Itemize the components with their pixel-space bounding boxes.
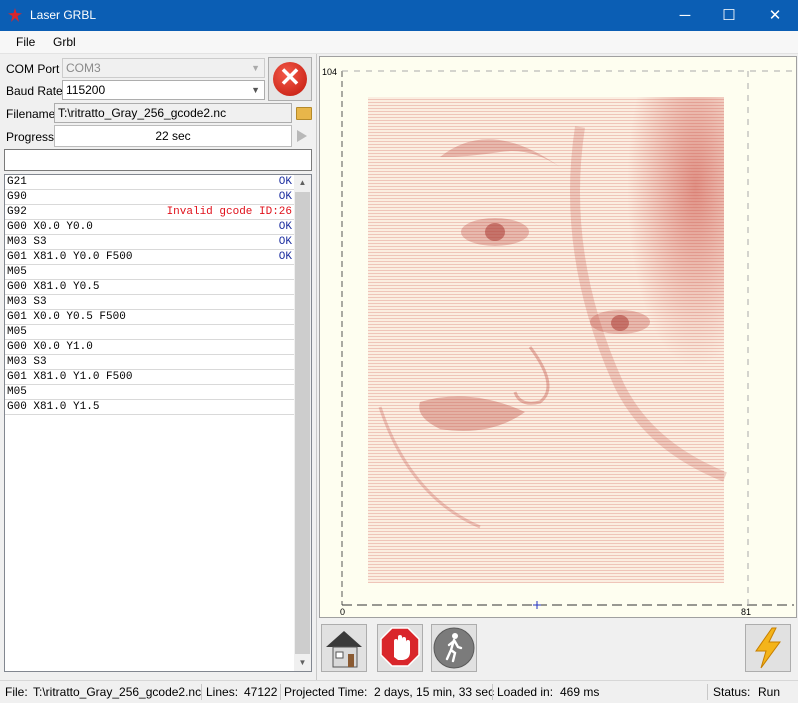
gcode-status: OK <box>278 191 292 203</box>
gcode-status: OK <box>278 236 292 248</box>
gcode-status: Invalid gcode ID:26 <box>166 206 292 218</box>
gcode-row[interactable]: M03 S3 <box>5 295 294 310</box>
gcode-command: M05 <box>7 266 27 278</box>
gcode-row[interactable]: G00 X81.0 Y1.5 <box>5 400 294 415</box>
preview-canvas[interactable]: 104 0 81 <box>319 56 797 618</box>
com-port-label: COM Port <box>6 62 60 76</box>
gcode-row[interactable]: G00 X81.0 Y0.5 <box>5 280 294 295</box>
status-state-label: Status: <box>713 685 751 699</box>
gcode-command: G00 X0.0 Y1.0 <box>7 341 93 353</box>
gcode-command: M05 <box>7 386 27 398</box>
minimize-button[interactable]: ─ <box>662 0 708 31</box>
status-bar: File: T:\ritratto_Gray_256_gcode2.nc Lin… <box>0 680 798 703</box>
status-projected-label: Projected Time: <box>284 685 368 699</box>
laser-app-icon <box>8 8 22 22</box>
gcode-row[interactable]: G01 X81.0 Y1.0 F500 <box>5 370 294 385</box>
laser-position-marker <box>533 601 541 609</box>
status-lines-value: 47122 <box>244 685 278 699</box>
gcode-command: M03 S3 <box>7 356 47 368</box>
open-folder-icon[interactable] <box>296 107 312 120</box>
status-file-value: T:\ritratto_Gray_256_gcode2.nc <box>33 685 202 699</box>
gcode-row[interactable]: G00 X0.0 Y0.0 OK <box>5 220 294 235</box>
preview-svg: 104 0 81 <box>322 67 794 617</box>
com-port-select: COM3 ▼ <box>62 58 265 78</box>
gcode-command: M03 S3 <box>7 236 47 248</box>
gcode-command: G90 <box>7 191 27 203</box>
gcode-status: OK <box>278 221 292 233</box>
gcode-status: OK <box>278 176 292 188</box>
gcode-row[interactable]: M05 <box>5 265 294 280</box>
status-projected-value: 2 days, 15 min, 33 sec <box>374 685 495 699</box>
walk-button[interactable] <box>431 624 477 672</box>
gcode-command: G01 X81.0 Y0.0 F500 <box>7 251 133 263</box>
status-lines-label: Lines: <box>206 685 239 699</box>
gcode-command: G00 X81.0 Y1.5 <box>7 401 100 413</box>
right-panel: 104 0 81 <box>316 54 798 680</box>
gcode-row[interactable]: M03 S3 <box>5 355 294 370</box>
gcode-row[interactable]: G21 OK <box>5 175 294 190</box>
x-max-label: 81 <box>741 607 751 617</box>
gcode-row[interactable]: M05 <box>5 385 294 400</box>
play-icon[interactable] <box>297 130 307 142</box>
progress-label: Progress <box>6 130 55 144</box>
chevron-down-icon: ▼ <box>251 63 260 73</box>
maximize-button[interactable]: ☐ <box>706 0 752 31</box>
scrollbar-thumb[interactable] <box>295 192 310 654</box>
origin-label: 0 <box>340 607 345 617</box>
gcode-status: OK <box>278 251 292 263</box>
scroll-down-icon[interactable]: ▼ <box>294 655 311 671</box>
title-bar: Laser GRBL ─ ☐ ✕ <box>0 0 798 31</box>
menu-grbl[interactable]: Grbl <box>53 35 76 49</box>
left-panel: COM Port COM3 ▼ Baud Rate 115200 ▼ ✕ Fil… <box>0 54 316 680</box>
gcode-row[interactable]: G92 Invalid gcode ID:26 <box>5 205 294 220</box>
gcode-command: M05 <box>7 326 27 338</box>
home-button[interactable] <box>321 624 367 672</box>
gcode-row[interactable]: G90 OK <box>5 190 294 205</box>
status-loaded-value: 469 ms <box>560 685 600 699</box>
baud-rate-select[interactable]: 115200 ▼ <box>62 80 265 100</box>
status-loaded-label: Loaded in: <box>497 685 554 699</box>
x-icon: ✕ <box>279 62 301 92</box>
lightning-icon <box>755 627 781 669</box>
gcode-command: G01 X0.0 Y0.5 F500 <box>7 311 126 323</box>
filename-field: T:\ritratto_Gray_256_gcode2.nc <box>54 103 292 123</box>
gcode-row[interactable]: G01 X0.0 Y0.5 F500 <box>5 310 294 325</box>
command-input[interactable] <box>4 149 312 171</box>
chevron-down-icon: ▼ <box>251 85 260 95</box>
progress-text: 22 sec <box>155 129 191 143</box>
close-window-button[interactable]: ✕ <box>752 0 798 31</box>
menu-bar: File Grbl <box>0 31 798 54</box>
com-port-value: COM3 <box>66 61 101 75</box>
gcode-command: G21 <box>7 176 27 188</box>
gcode-rows: G21 OK G90 OK G92 Invalid gcode ID:26 G00 X0.0… <box>5 175 294 415</box>
engraving-preview-image <box>368 97 727 583</box>
gcode-command: G92 <box>7 206 27 218</box>
status-state-value: Run <box>758 685 781 699</box>
gcode-command: M03 S3 <box>7 296 47 308</box>
menu-file[interactable]: File <box>16 35 35 49</box>
gcode-command: G00 X0.0 Y0.0 <box>7 221 93 233</box>
gcode-row[interactable]: M05 <box>5 325 294 340</box>
gcode-log-list[interactable]: G21 OK G90 OK G92 Invalid gcode ID:26 G00 X0.0… <box>4 174 312 672</box>
status-file-label: File: <box>5 685 28 699</box>
gcode-row[interactable]: G00 X0.0 Y1.0 <box>5 340 294 355</box>
disconnect-button[interactable]: ✕ <box>268 57 312 101</box>
filename-label: Filename <box>6 107 56 121</box>
gcode-row[interactable]: G01 X81.0 Y0.0 F500 OK <box>5 250 294 265</box>
flash-button[interactable] <box>745 624 791 672</box>
log-scrollbar[interactable]: ▲ ▼ <box>294 175 311 671</box>
baud-rate-value: 115200 <box>66 83 106 97</box>
gcode-command: G01 X81.0 Y1.0 F500 <box>7 371 133 383</box>
baud-rate-label: Baud Rate <box>6 84 63 98</box>
progress-bar: 22 sec <box>54 125 292 147</box>
stop-button[interactable] <box>377 624 423 672</box>
gcode-row[interactable]: M03 S3 OK <box>5 235 294 250</box>
y-max-label: 104 <box>322 67 337 77</box>
window-title: Laser GRBL <box>30 8 97 22</box>
home-icon <box>326 631 362 668</box>
stop-hand-icon <box>380 627 420 667</box>
scroll-up-icon[interactable]: ▲ <box>294 175 311 191</box>
gcode-command: G00 X81.0 Y0.5 <box>7 281 100 293</box>
walking-man-icon <box>433 627 475 669</box>
